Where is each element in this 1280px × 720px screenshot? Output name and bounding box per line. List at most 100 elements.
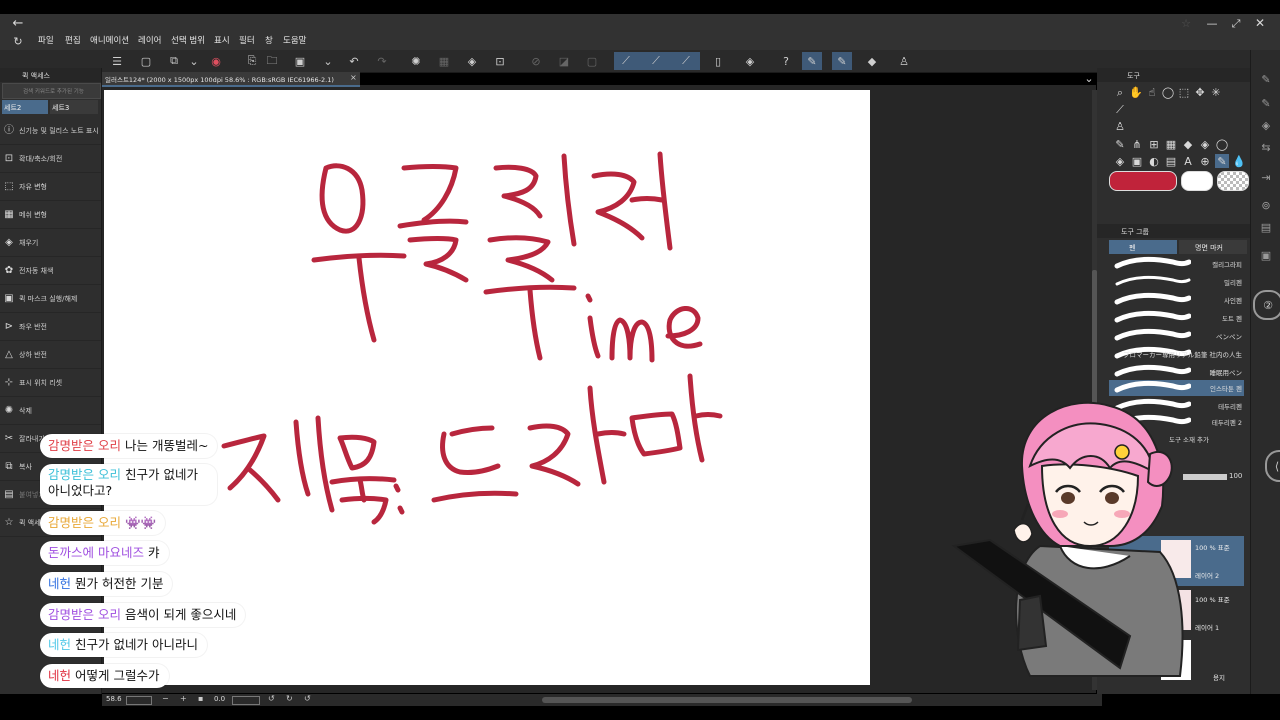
tab-marker[interactable]: 명면 마커	[1179, 240, 1247, 254]
qa-delete[interactable]: ✺ 삭제	[0, 398, 101, 425]
menu-view[interactable]: 표시	[214, 32, 230, 50]
side-toggle-icon[interactable]: ⟨	[1265, 450, 1280, 482]
fill-bucket-icon[interactable]: ◈	[1113, 154, 1127, 168]
figure-icon[interactable]: ◐	[1147, 154, 1161, 168]
new-page-icon[interactable]: ⎘	[242, 52, 262, 70]
quick-access-search[interactable]: 검색 키워드로 추가된 기능	[2, 83, 101, 99]
lasso-tool-icon[interactable]: ◯	[1161, 85, 1175, 99]
menu-animation[interactable]: 애니메이션	[90, 32, 129, 50]
menu-file[interactable]: 파일	[38, 32, 54, 50]
menu-layer[interactable]: 레이어	[138, 32, 161, 50]
undo-icon[interactable]: ↶	[344, 52, 364, 70]
fill-icon[interactable]: ◈	[462, 52, 482, 70]
minimize-icon[interactable]: —	[1204, 16, 1220, 30]
device-icon[interactable]: ▯	[708, 52, 728, 70]
correction-icon[interactable]: ✎	[1215, 154, 1229, 168]
brush-item[interactable]: 도트 펜	[1109, 310, 1244, 326]
angle-slider[interactable]	[232, 696, 260, 705]
ruler-line-icon[interactable]: ⟋	[676, 52, 696, 70]
bucket-icon[interactable]: ◈	[740, 52, 760, 70]
redo-icon[interactable]: ↷	[372, 52, 392, 70]
main-color-swatch[interactable]	[1109, 171, 1177, 191]
rotate-left-icon[interactable]: ↺	[268, 694, 275, 703]
text-icon[interactable]: A	[1181, 154, 1195, 168]
select-all-icon[interactable]: ▢	[582, 52, 602, 70]
set-tab-3[interactable]: 세트3	[50, 100, 98, 114]
balloon-icon[interactable]: ⊕	[1198, 154, 1212, 168]
menu-icon[interactable]: ☰	[107, 52, 127, 70]
dropdown-icon[interactable]: ⌄	[184, 52, 204, 70]
maximize-icon[interactable]: ⤢	[1228, 16, 1244, 30]
import-icon[interactable]: ⇥	[1257, 168, 1275, 186]
stamp-tool-icon[interactable]: ♙	[1113, 119, 1127, 133]
pencil-tool-icon[interactable]: ✎	[832, 52, 852, 70]
stamp-icon[interactable]: ♙	[894, 52, 914, 70]
adjust-icon[interactable]: ⇆	[1257, 138, 1275, 156]
zoom-out-icon[interactable]: −	[162, 694, 169, 703]
brush-item[interactable]: 밀리펜	[1109, 274, 1244, 290]
ruler-icon[interactable]: ▤	[1164, 154, 1178, 168]
menu-selection[interactable]: 선택 범위	[171, 32, 205, 50]
selection-icon[interactable]: ◪	[554, 52, 574, 70]
transform-icon[interactable]: ⊘	[526, 52, 546, 70]
blend-icon[interactable]: ◈	[1198, 137, 1212, 151]
eraser-icon[interactable]: ◆	[1181, 137, 1195, 151]
material-icon[interactable]: ⊚	[1257, 196, 1275, 214]
qa-mesh-transform[interactable]: ▦ 메쉬 변형	[0, 202, 101, 229]
loading-icon[interactable]: ✺	[406, 52, 426, 70]
qa-auto-color[interactable]: ✿ 전자동 채색	[0, 258, 101, 285]
tab-dropdown-icon[interactable]: ⌄	[1082, 72, 1096, 84]
ruler-curve-icon[interactable]: ⟋	[646, 52, 666, 70]
help-icon[interactable]: ?	[776, 52, 796, 70]
save-dropdown-icon[interactable]: ⌄	[318, 52, 338, 70]
qa-fill[interactable]: ◈ 채우기	[0, 230, 101, 257]
menu-help[interactable]: 도움말	[283, 32, 306, 50]
set-tab-2[interactable]: 세트2	[2, 100, 48, 114]
menu-edit[interactable]: 편집	[65, 32, 81, 50]
select-tool-icon[interactable]: ⬚	[1177, 85, 1191, 99]
companion-icon[interactable]: ②	[1253, 290, 1280, 320]
app-logo-icon[interactable]: ↻	[10, 34, 26, 48]
pen-tool-icon[interactable]: ✎	[802, 52, 822, 70]
horizontal-scrollbar[interactable]	[542, 697, 912, 703]
menu-filter[interactable]: 필터	[239, 32, 255, 50]
qa-flip-vertical[interactable]: △ 상하 반전	[0, 342, 101, 369]
brush-icon[interactable]: ⋔	[1130, 137, 1144, 151]
qa-flip-horizontal[interactable]: ⊳ 좌우 반전	[0, 314, 101, 341]
clear-icon[interactable]: ▦	[434, 52, 454, 70]
brush-item[interactable]: 睡眠用ペン	[1109, 364, 1244, 380]
layers-icon[interactable]: ◈	[1257, 116, 1275, 134]
zoom-in-icon[interactable]: +	[180, 694, 187, 703]
hand-tool-icon[interactable]: ✋	[1129, 85, 1143, 99]
rotate-right-icon[interactable]: ↻	[286, 694, 293, 703]
eraser-tool-icon[interactable]: ◆	[862, 52, 882, 70]
ruler-pen-icon[interactable]: ⟋	[616, 52, 636, 70]
menu-window[interactable]: 창	[265, 32, 273, 50]
document-tab[interactable]: 일러스트124* (2000 x 1500px 100dpi 58.6% : R…	[102, 72, 360, 87]
brush-item[interactable]: 캘리그라피	[1109, 256, 1244, 272]
folder-icon[interactable]: 🗀	[262, 52, 282, 70]
tool-strip-brush-icon[interactable]: ✎	[1257, 94, 1275, 112]
zoom-value[interactable]: 58.6	[106, 695, 122, 703]
open-icon[interactable]: ⧉	[164, 52, 184, 70]
tool-strip-pen-icon[interactable]: ✎	[1257, 70, 1275, 88]
gradient-icon[interactable]: ▣	[1130, 154, 1144, 168]
tab-pen[interactable]: 펜	[1109, 240, 1177, 254]
brush-item[interactable]: 인스타툰 펜	[1109, 380, 1244, 396]
brush-item[interactable]: ペンペン	[1109, 328, 1244, 344]
eyedropper-tool-icon[interactable]: ⟋	[1113, 102, 1127, 116]
brush-item[interactable]: プロマーカー専用リアル鉛筆 社内の人生	[1109, 346, 1244, 362]
operation-tool-icon[interactable]: ☝	[1145, 85, 1159, 99]
sub-color-swatch[interactable]	[1181, 171, 1213, 191]
fit-icon[interactable]: ▪	[198, 694, 203, 703]
zoom-slider[interactable]	[126, 696, 152, 705]
save-icon[interactable]: ▣	[290, 52, 310, 70]
angle-value[interactable]: 0.0	[214, 695, 225, 703]
qa-free-transform[interactable]: ⬚ 자유 변형	[0, 174, 101, 201]
brush-item[interactable]: 사인펜	[1109, 292, 1244, 308]
record-icon[interactable]: ◉	[206, 52, 226, 70]
sparkle-tool-icon[interactable]: ✳	[1209, 85, 1223, 99]
frame-icon[interactable]: ⊞	[1147, 137, 1161, 151]
qa-release-notes[interactable]: ⓘ 신기능 및 릴리스 노트 표시	[0, 118, 101, 145]
close-icon[interactable]: ✕	[1252, 16, 1268, 30]
